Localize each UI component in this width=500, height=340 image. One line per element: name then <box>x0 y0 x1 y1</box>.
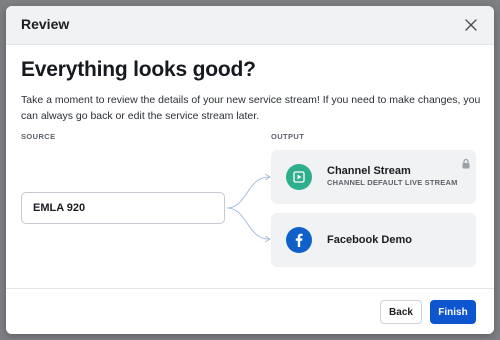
connector-to-channel-stream <box>226 176 270 209</box>
page-heading: Everything looks good? <box>21 58 256 81</box>
output-title: Channel Stream <box>327 165 411 177</box>
output-title: Facebook Demo <box>327 234 412 246</box>
source-name: EMLA 920 <box>33 202 86 214</box>
finish-button[interactable]: Finish <box>430 300 476 324</box>
facebook-icon <box>286 227 312 253</box>
lock-icon <box>461 156 471 174</box>
play-icon <box>286 164 312 190</box>
output-card-channel-stream: Channel Stream CHANNEL DEFAULT LIVE STRE… <box>271 150 476 204</box>
source-column-label: SOURCE <box>21 132 56 141</box>
review-description: Take a moment to review the details of y… <box>21 94 481 122</box>
close-icon[interactable] <box>462 16 480 34</box>
modal-footer: Back Finish <box>6 288 494 334</box>
output-column-label: OUTPUT <box>271 132 305 141</box>
output-subtitle: CHANNEL DEFAULT LIVE STREAM <box>327 178 458 187</box>
connector-to-facebook-demo <box>226 207 270 240</box>
source-output-connectors <box>226 173 271 243</box>
back-button[interactable]: Back <box>380 300 422 324</box>
review-modal: Review Everything looks good? Take a mom… <box>6 6 494 334</box>
modal-header: Review <box>6 6 494 45</box>
modal-title: Review <box>21 16 70 32</box>
source-card: EMLA 920 <box>21 192 225 224</box>
output-card-facebook-demo: Facebook Demo <box>271 213 476 267</box>
